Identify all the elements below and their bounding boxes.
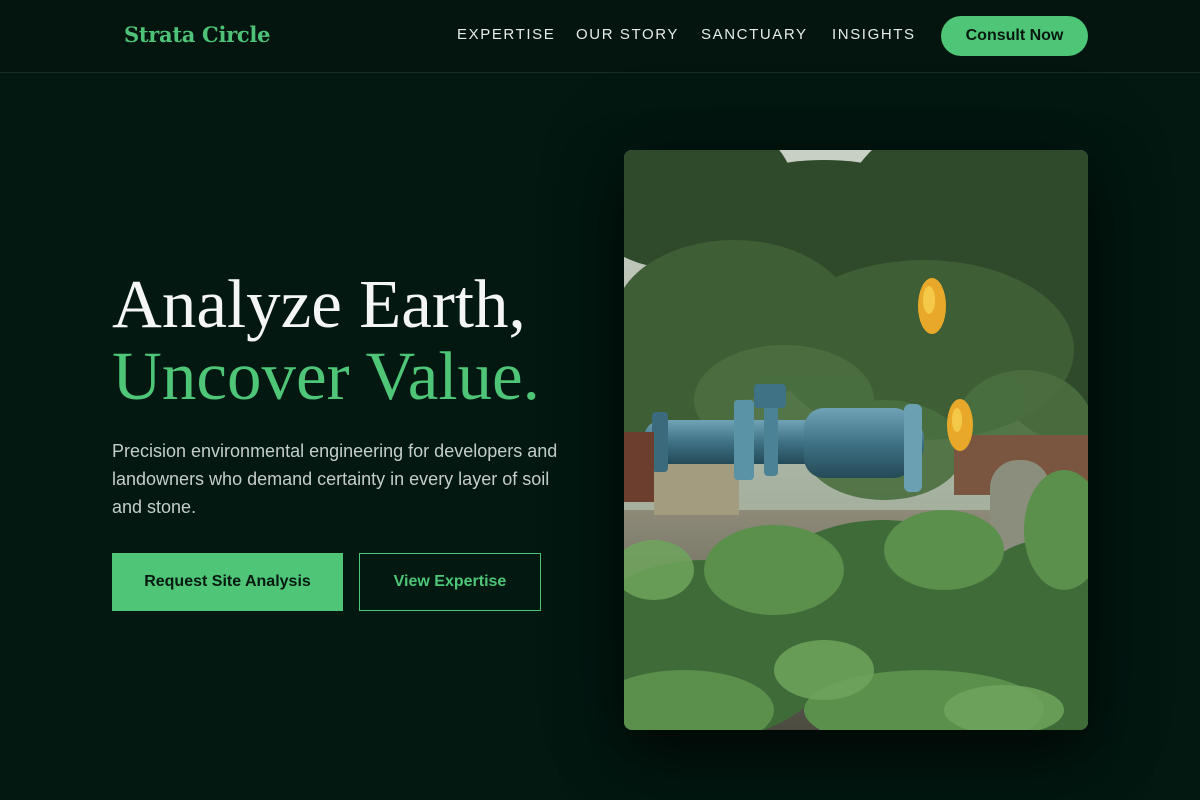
nav-link-our-story[interactable]: OUR STORY [576,26,679,43]
view-expertise-button[interactable]: View Expertise [359,553,541,611]
logo[interactable]: Strata Circle [124,22,270,47]
headline-line-2: Uncover Value. [112,338,540,414]
overgrown-pipes-photo [624,150,1088,730]
hero-description: Precision environmental engineering for … [112,441,558,517]
consult-now-button[interactable]: Consult Now [941,16,1088,56]
nav-link-sanctuary[interactable]: SANCTUARY [701,26,808,43]
request-site-analysis-button[interactable]: Request Site Analysis [112,553,343,611]
nav-link-expertise[interactable]: EXPERTISE [457,26,555,43]
site-header: Strata Circle EXPERTISE OUR STORY SANCTU… [0,0,1200,73]
headline-line-1: Analyze Earth, [112,266,526,342]
hero-headline: Analyze Earth, Uncover Value. [112,268,540,412]
hero-image [624,150,1088,730]
nav-link-insights[interactable]: INSIGHTS [832,26,916,43]
